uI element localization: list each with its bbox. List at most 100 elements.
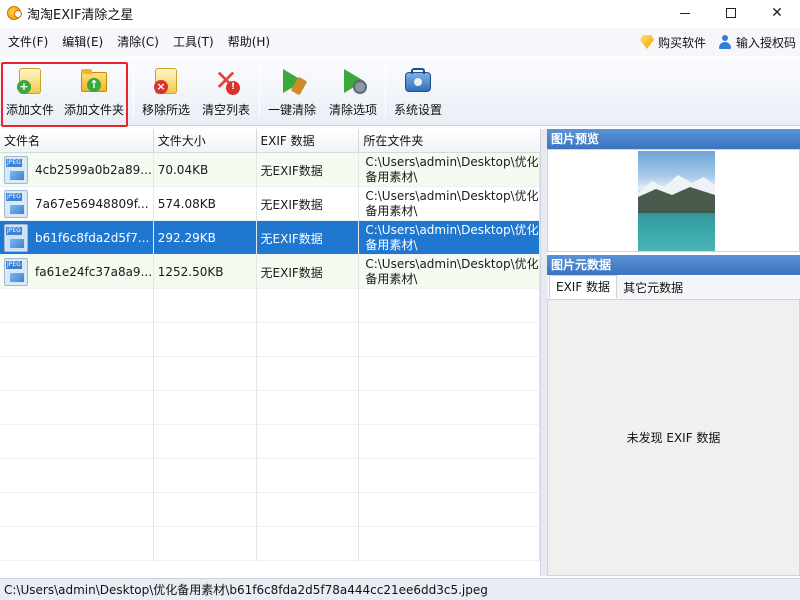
settings-toolbox-icon [403, 66, 433, 96]
cell-filesize: 1252.50KB [154, 255, 257, 289]
metadata-content: 未发现 EXIF 数据 [547, 300, 800, 576]
jpeg-file-icon: JPEG [4, 258, 28, 286]
system-settings-button[interactable]: 系统设置 [391, 62, 445, 122]
folder-path-line1: C:\Users\admin\Desktop\优化 [365, 223, 539, 237]
toolbar-separator [259, 64, 260, 118]
file-name: 7a67e56948809f... [35, 197, 149, 211]
empty-row [0, 391, 540, 425]
toolbar-separator [385, 64, 386, 118]
add-folder-button[interactable]: ↑ 添加文件夹 [62, 62, 126, 122]
remove-selected-button[interactable]: × 移除所选 [140, 62, 192, 122]
title-bar: 淘淘EXIF清除之星 ✕ [0, 0, 800, 26]
one-click-clean-label: 一键清除 [267, 103, 316, 117]
cell-folder: C:\Users\admin\Desktop\优化 备用素材\ [359, 187, 540, 221]
buy-software-label: 购买软件 [657, 35, 706, 50]
diamond-icon [639, 35, 654, 49]
cell-filesize: 292.29KB [154, 221, 257, 255]
menu-tools[interactable]: 工具(T) [166, 28, 221, 56]
menu-right-links: 购买软件 输入授权码 [628, 28, 796, 56]
column-header-filesize[interactable]: 文件大小 [154, 129, 257, 153]
cell-folder: C:\Users\admin\Desktop\优化 备用素材\ [359, 153, 540, 187]
folder-path-line1: C:\Users\admin\Desktop\优化 [365, 189, 539, 203]
file-table: 文件名 文件大小 EXIF 数据 所在文件夹 JPEG 4cb2599a0b2a… [0, 129, 541, 576]
preview-image [638, 151, 715, 251]
column-header-exif[interactable]: EXIF 数据 [257, 129, 360, 153]
close-icon: ✕ [771, 5, 783, 21]
table-row[interactable]: JPEG 7a67e56948809f... 574.08KB 无EXIF数据 … [0, 187, 540, 221]
system-settings-label: 系统设置 [393, 103, 442, 117]
preview-panel-title: 图片预览 [547, 129, 800, 149]
tab-other-metadata[interactable]: 其它元数据 [617, 277, 689, 299]
empty-row [0, 459, 540, 493]
image-preview-panel [547, 149, 800, 252]
cell-filesize: 574.08KB [154, 187, 257, 221]
table-row[interactable]: JPEG fa61e24fc37a8a9... 1252.50KB 无EXIF数… [0, 255, 540, 289]
cell-filename: JPEG b61f6c8fda2d5f7... [0, 221, 154, 255]
add-file-label: 添加文件 [5, 103, 54, 117]
tab-exif-data[interactable]: EXIF 数据 [549, 275, 618, 299]
cell-filename: JPEG 7a67e56948809f... [0, 187, 154, 221]
menu-file[interactable]: 文件(F) [0, 28, 55, 56]
toolbar: + 添加文件 ↑ 添加文件夹 × 移除所选 ✕ ! 清空列表 一键清除 清除选项… [0, 58, 800, 126]
minimize-button[interactable] [662, 0, 708, 26]
empty-row [0, 323, 540, 357]
menu-edit[interactable]: 编辑(E) [55, 28, 110, 56]
cell-filename: JPEG 4cb2599a0b2a89... [0, 153, 154, 187]
app-logo-icon [7, 6, 22, 20]
clear-list-icon: ✕ ! [211, 66, 241, 96]
metadata-tabs: EXIF 数据 其它元数据 [547, 275, 800, 300]
remove-selected-label: 移除所选 [141, 103, 190, 117]
table-row-selected[interactable]: JPEG b61f6c8fda2d5f7... 292.29KB 无EXIF数据… [0, 221, 540, 255]
cell-folder: C:\Users\admin\Desktop\优化 备用素材\ [359, 255, 540, 289]
user-icon [718, 35, 732, 49]
empty-row [0, 493, 540, 527]
enter-license-label: 输入授权码 [735, 35, 796, 50]
cell-filename: JPEG fa61e24fc37a8a9... [0, 255, 154, 289]
folder-path-line1: C:\Users\admin\Desktop\优化 [365, 257, 539, 271]
add-file-button[interactable]: + 添加文件 [4, 62, 56, 122]
jpeg-file-icon: JPEG [4, 156, 28, 184]
jpeg-file-icon: JPEG [4, 190, 28, 218]
empty-row [0, 357, 540, 391]
menu-clean[interactable]: 清除(C) [110, 28, 166, 56]
table-row[interactable]: JPEG 4cb2599a0b2a89... 70.04KB 无EXIF数据 C… [0, 153, 540, 187]
cell-exif: 无EXIF数据 [257, 153, 360, 187]
folder-path-line2: 备用素材\ [365, 238, 418, 252]
minimize-icon [680, 12, 690, 14]
status-path: C:\Users\admin\Desktop\优化备用素材\b61f6c8fda… [4, 583, 488, 597]
empty-row [0, 527, 540, 561]
add-folder-label: 添加文件夹 [63, 103, 124, 117]
file-name: fa61e24fc37a8a9... [35, 265, 153, 279]
cell-folder: C:\Users\admin\Desktop\优化 备用素材\ [359, 221, 540, 255]
folder-path-line2: 备用素材\ [365, 170, 418, 184]
folder-path-line1: C:\Users\admin\Desktop\优化 [365, 155, 539, 169]
folder-path-line2: 备用素材\ [365, 272, 418, 286]
empty-row [0, 425, 540, 459]
menu-help[interactable]: 帮助(H) [221, 28, 277, 56]
clean-options-button[interactable]: 清除选项 [325, 62, 381, 122]
folder-path-line2: 备用素材\ [365, 204, 418, 218]
maximize-button[interactable] [708, 0, 754, 26]
table-header: 文件名 文件大小 EXIF 数据 所在文件夹 [0, 129, 540, 153]
maximize-icon [726, 8, 736, 18]
clean-options-label: 清除选项 [328, 103, 377, 117]
remove-selected-icon: × [151, 66, 181, 96]
cell-exif: 无EXIF数据 [257, 221, 360, 255]
column-header-filename[interactable]: 文件名 [0, 129, 154, 153]
clean-options-icon [338, 66, 368, 96]
no-exif-message: 未发现 EXIF 数据 [626, 431, 721, 445]
one-click-clean-button[interactable]: 一键清除 [266, 62, 318, 122]
close-button[interactable]: ✕ [754, 0, 800, 26]
add-file-icon: + [15, 66, 45, 96]
empty-row [0, 289, 540, 323]
enter-license-link[interactable]: 输入授权码 [718, 34, 796, 51]
play-icon [277, 66, 308, 96]
cell-filesize: 70.04KB [154, 153, 257, 187]
metadata-panel-title: 图片元数据 [547, 255, 800, 275]
column-header-folder[interactable]: 所在文件夹 [359, 129, 540, 153]
status-bar: C:\Users\admin\Desktop\优化备用素材\b61f6c8fda… [0, 578, 800, 600]
buy-software-link[interactable]: 购买软件 [639, 34, 706, 51]
clear-list-button[interactable]: ✕ ! 清空列表 [198, 62, 254, 122]
jpeg-file-icon: JPEG [4, 224, 28, 252]
file-name: b61f6c8fda2d5f7... [35, 231, 150, 245]
